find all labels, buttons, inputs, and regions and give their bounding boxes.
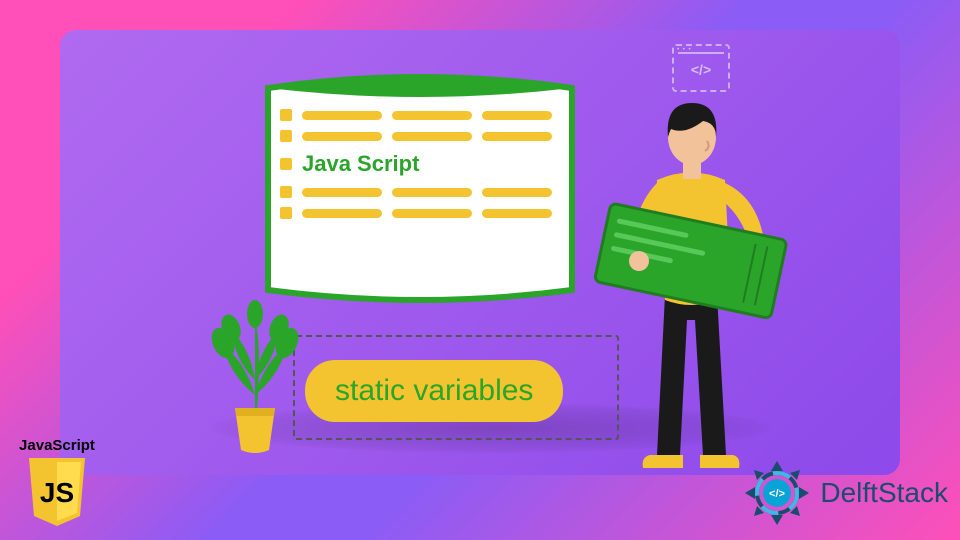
illustration-stage: • • • </> Java Script static variables [60, 30, 900, 475]
delftstack-badge-icon: </> [742, 458, 812, 528]
js-monogram: JS [40, 477, 74, 508]
delftstack-name: DelftStack [820, 477, 948, 509]
document-card: Java Script [260, 60, 580, 305]
person-illustration [585, 85, 800, 480]
javascript-logo: JavaScript JS [12, 437, 102, 528]
plant-decoration [205, 300, 305, 460]
delftstack-logo: </> DelftStack [742, 458, 948, 528]
code-symbol: </> [691, 62, 711, 78]
javascript-logo-label: JavaScript [12, 437, 102, 454]
svg-text:</>: </> [769, 488, 785, 500]
document-title: Java Script [302, 151, 419, 177]
topic-label-pill: static variables [305, 360, 563, 422]
